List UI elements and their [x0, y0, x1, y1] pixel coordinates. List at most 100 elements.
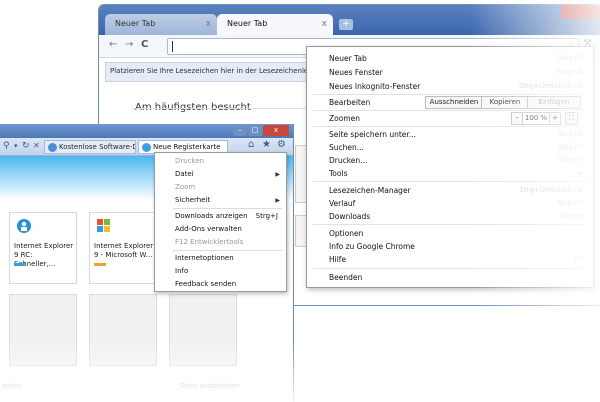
- menu-item-save-page[interactable]: Seite speichern unter...: [329, 130, 416, 139]
- menu-label: Optionen: [329, 229, 364, 238]
- divider: [133, 108, 313, 109]
- ie-favicon-icon: [142, 143, 151, 152]
- cut-button[interactable]: Ausschneiden: [425, 96, 483, 109]
- menu-separator: [313, 268, 587, 269]
- tile-color-bar: [14, 263, 26, 266]
- menu-label: Lesezeichen-Manager: [329, 186, 411, 195]
- tile-color-bar: [94, 263, 106, 266]
- chrome-wrench-menu: Neuer Tab Strg+T Neues Fenster Strg+N Ne…: [306, 46, 594, 288]
- shortcut: Strg+F: [558, 143, 583, 151]
- chrome-tab-2-label: Neuer Tab: [227, 19, 268, 28]
- copy-button[interactable]: Kopieren: [481, 96, 529, 109]
- close-icon[interactable]: x: [263, 125, 289, 136]
- menu-item-incognito[interactable]: Neues Inkognito-Fenster: [329, 82, 420, 91]
- bookmark-bar-hint: Platzieren Sie Ihre Lesezeichen hier in …: [105, 62, 321, 82]
- empty-tile[interactable]: [9, 294, 77, 366]
- chrome-title-bar: Neuer Tab x Neuer Tab x +: [99, 5, 600, 35]
- menu-item-new-tab[interactable]: Neuer Tab: [329, 54, 367, 63]
- fullscreen-icon[interactable]: ⛶: [565, 112, 578, 125]
- menu-item-options[interactable]: Optionen: [329, 229, 363, 238]
- menu-separator: [173, 250, 282, 251]
- window-controls: – □ x: [233, 125, 291, 136]
- menu-item-print[interactable]: Drucken...: [329, 156, 367, 165]
- menu-item-tools[interactable]: Tools: [329, 169, 347, 178]
- menu-item-file[interactable]: Datei: [175, 170, 194, 178]
- site-tile[interactable]: Internet Explorer 9 RC: Schneller,...: [9, 212, 77, 284]
- gear-icon[interactable]: ⚙: [277, 139, 286, 150]
- maximize-icon[interactable]: □: [248, 125, 262, 136]
- footer-link-left[interactable]: enten: [2, 382, 22, 390]
- menu-label: Neuer Tab: [329, 54, 367, 63]
- hide-sites-link[interactable]: Sites ausblenden: [180, 382, 240, 390]
- favorites-star-icon[interactable]: ★: [262, 139, 271, 150]
- paste-button[interactable]: Einfügen: [527, 96, 581, 109]
- tile-label: Internet Explorer 9 - Microsoft W...: [94, 242, 154, 259]
- chrome-tab-1-label: Neuer Tab: [115, 19, 156, 28]
- menu-item-addons[interactable]: Add-Ons verwalten: [175, 225, 242, 233]
- shortcut: Strg+J: [560, 212, 583, 220]
- text-caret: [172, 41, 173, 52]
- menu-label: Tools: [329, 169, 348, 178]
- menu-label: Hilfe: [329, 255, 347, 264]
- menu-item-feedback[interactable]: Feedback senden: [175, 280, 236, 288]
- menu-item-help[interactable]: Hilfe: [329, 255, 346, 264]
- menu-item-exit[interactable]: Beenden: [329, 273, 362, 282]
- reload-icon[interactable]: ↻: [22, 141, 30, 151]
- menu-item-edit: Bearbeiten: [329, 98, 370, 107]
- close-icon[interactable]: x: [322, 14, 327, 34]
- menu-label: Zoomen: [329, 114, 360, 123]
- ie-tab-1[interactable]: Kostenlose Software-D...: [44, 140, 136, 154]
- menu-item-internet-options[interactable]: Internetoptionen: [175, 254, 234, 262]
- ie-logo-icon: [17, 219, 31, 233]
- menu-item-bookmark-manager[interactable]: Lesezeichen-Manager: [329, 186, 411, 195]
- chrome-tab-2[interactable]: Neuer Tab x: [217, 14, 333, 35]
- menu-item-print[interactable]: Drucken: [175, 157, 204, 165]
- submenu-arrow-icon: ▸: [579, 169, 583, 177]
- shortcut: Strg+T: [558, 54, 583, 62]
- windows-logo-icon: [97, 219, 110, 232]
- shortcut: Strg+J: [255, 212, 278, 220]
- menu-item-info[interactable]: Info: [175, 267, 188, 275]
- submenu-arrow-icon: ▶: [275, 171, 280, 178]
- empty-tile[interactable]: [89, 294, 157, 366]
- menu-item-find[interactable]: Suchen...: [329, 143, 364, 152]
- ie-tab-1-label: Kostenlose Software-D...: [59, 143, 136, 151]
- shortcut: Strg+N: [557, 68, 584, 76]
- menu-label: Drucken...: [329, 156, 368, 165]
- menu-separator: [313, 126, 587, 127]
- stop-icon[interactable]: ✕: [33, 141, 40, 150]
- chrome-tab-1[interactable]: Neuer Tab x: [105, 14, 217, 35]
- window-controls[interactable]: [561, 5, 600, 19]
- home-icon[interactable]: ⌂: [248, 139, 254, 150]
- shortcut: Strg+Umschalt+B: [519, 186, 583, 194]
- forward-arrow-icon[interactable]: →: [125, 39, 133, 50]
- menu-label: Verlauf: [329, 199, 356, 208]
- menu-item-downloads[interactable]: Downloads anzeigen: [175, 212, 248, 220]
- back-arrow-icon[interactable]: ←: [109, 39, 117, 50]
- menu-item-downloads[interactable]: Downloads: [329, 212, 370, 221]
- new-tab-button[interactable]: +: [339, 19, 353, 30]
- menu-item-security[interactable]: Sicherheit: [175, 196, 210, 204]
- menu-item-zoom[interactable]: Zoom: [175, 183, 195, 191]
- menu-item-zoom: Zoomen: [329, 114, 360, 123]
- shortcut: Strg+P: [558, 156, 583, 164]
- menu-separator: [313, 181, 587, 182]
- menu-item-history[interactable]: Verlauf: [329, 199, 355, 208]
- menu-item-new-window[interactable]: Neues Fenster: [329, 68, 383, 77]
- minimize-icon[interactable]: –: [233, 125, 247, 136]
- shortcut: Strg+S: [558, 130, 583, 138]
- dropdown-icon[interactable]: ▾: [14, 142, 18, 150]
- shortcut: Strg+H: [557, 199, 583, 207]
- menu-separator: [313, 224, 587, 225]
- menu-item-devtools[interactable]: F12 Entwicklertools: [175, 238, 243, 246]
- site-tile[interactable]: Internet Explorer 9 - Microsoft W...: [89, 212, 157, 284]
- menu-item-about[interactable]: Info zu Google Chrome: [329, 242, 415, 251]
- search-icon[interactable]: ⚲: [3, 141, 10, 151]
- menu-label: Info zu Google Chrome: [329, 242, 415, 251]
- ie-tools-menu: Drucken Datei ▶ Zoom Sicherheit ▶ Downlo…: [154, 152, 287, 292]
- zoom-in-button[interactable]: +: [549, 112, 561, 125]
- empty-tile[interactable]: [169, 294, 237, 366]
- shortcut: F1: [574, 255, 583, 263]
- close-icon[interactable]: x: [206, 14, 211, 34]
- reload-icon[interactable]: C: [141, 39, 148, 50]
